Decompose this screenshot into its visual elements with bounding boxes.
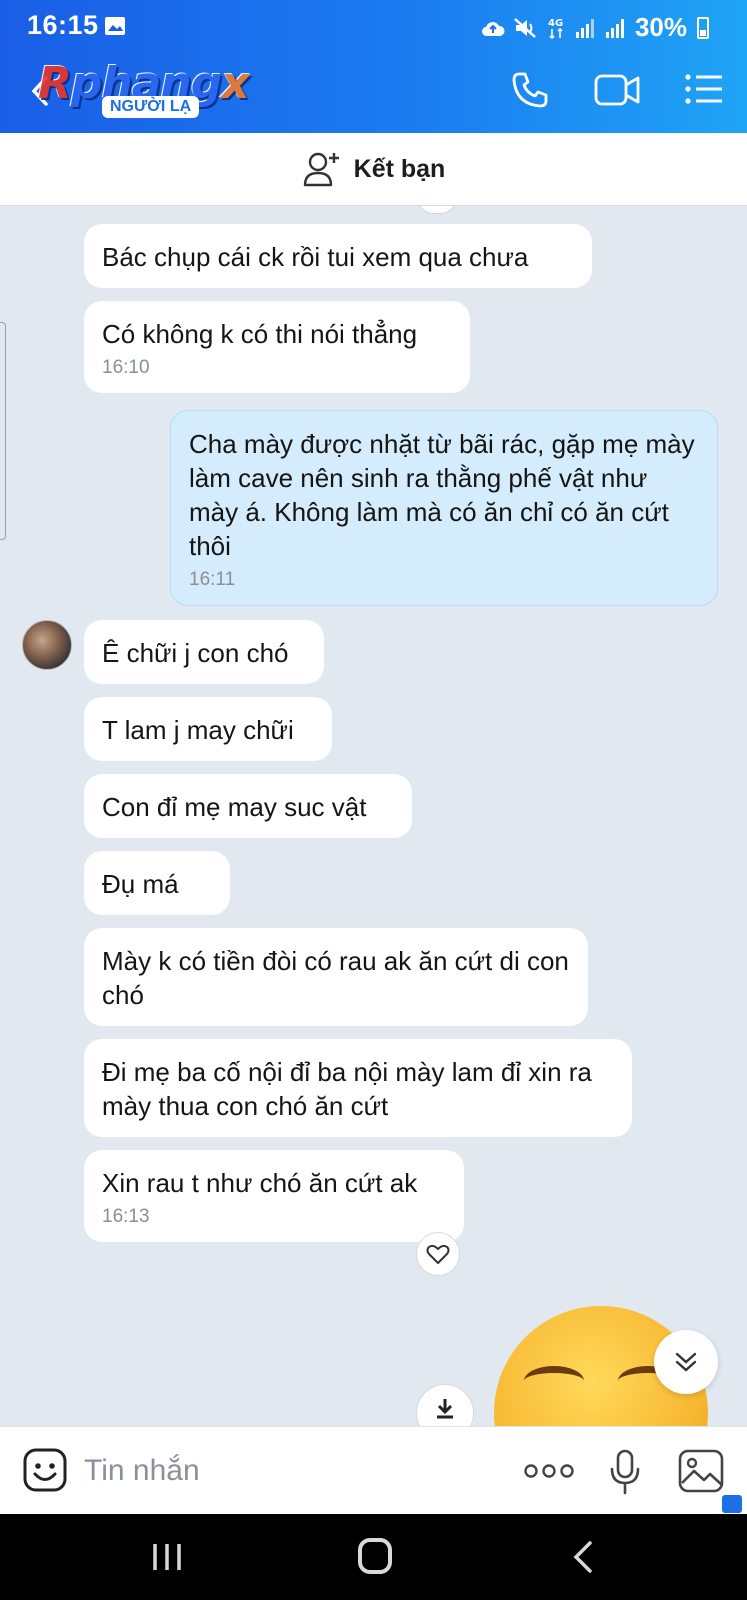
svg-text:4G: 4G xyxy=(548,18,563,29)
message-text: T lam j may chữi xyxy=(102,715,294,745)
status-bar: 16:15 4G 30% xyxy=(0,0,747,50)
message-bubble[interactable]: Bác chụp cái ck rồi tui xem qua chưa xyxy=(84,224,592,288)
message-text: Cha mày được nhặt từ bãi rác, gặp mẹ mày… xyxy=(189,429,695,561)
message-bubble[interactable]: T lam j may chữi xyxy=(84,697,332,761)
battery-icon xyxy=(697,16,709,39)
message-bubble[interactable]: Đi mẹ ba cố nội đỉ ba nội mày lam đỉ xin… xyxy=(84,1039,632,1137)
battery-percent: 30% xyxy=(634,12,687,42)
signal-icon xyxy=(575,18,594,38)
image-icon[interactable] xyxy=(678,1449,724,1493)
video-icon[interactable] xyxy=(594,72,640,108)
message-bubble[interactable]: Con đỉ mẹ may suc vật xyxy=(84,774,412,838)
message-text: Xin rau t như chó ăn cứt ak xyxy=(102,1168,418,1198)
scroll-indicator xyxy=(416,206,458,214)
message-bubble[interactable]: Xin rau t như chó ăn cứt ak 16:13 xyxy=(84,1150,464,1242)
message-time: 16:10 xyxy=(102,357,150,378)
add-person-icon xyxy=(303,152,339,187)
cloud-upload-icon xyxy=(481,21,505,36)
folder-badge-icon xyxy=(722,1495,742,1513)
message-time: 16:11 xyxy=(189,569,236,590)
message-bubble[interactable]: Ê chữi j con chó xyxy=(84,620,324,684)
message-text: Mày k có tiền đòi có rau ak ăn cứt di co… xyxy=(102,946,569,1010)
heart-reaction-button[interactable] xyxy=(416,1232,460,1276)
avatar[interactable] xyxy=(22,620,72,670)
call-icon[interactable] xyxy=(510,70,550,110)
menu-icon[interactable] xyxy=(684,72,724,106)
more-options-icon[interactable] xyxy=(524,1461,574,1481)
status-time: 16:15 xyxy=(27,10,99,40)
system-navigation-bar xyxy=(0,1514,747,1600)
message-composer xyxy=(0,1426,747,1514)
chat-header: Rphangx NGƯỜI LẠ xyxy=(0,50,747,133)
network-4g-icon: 4G xyxy=(548,18,563,39)
download-icon xyxy=(437,1399,453,1419)
double-chevron-down-icon xyxy=(675,1352,697,1372)
message-text: Ê chữi j con chó xyxy=(102,638,289,668)
gallery-notification-icon xyxy=(105,17,125,35)
message-text: Đi mẹ ba cố nội đỉ ba nội mày lam đỉ xin… xyxy=(102,1057,592,1121)
message-text: Đụ má xyxy=(102,869,179,899)
status-indicators: 4G 30% xyxy=(481,12,709,43)
message-input[interactable] xyxy=(84,1449,484,1493)
heart-icon xyxy=(426,1244,450,1264)
sticker-icon[interactable] xyxy=(22,1447,68,1493)
stranger-badge: NGƯỜI LẠ xyxy=(102,96,200,118)
message-bubble[interactable]: Mày k có tiền đòi có rau ak ăn cứt di co… xyxy=(84,928,588,1026)
message-text: Có không k có thi nói thẳng xyxy=(102,319,418,349)
message-text: Con đỉ mẹ may suc vật xyxy=(102,792,367,822)
message-time: 16:13 xyxy=(102,1206,150,1227)
recents-icon[interactable] xyxy=(150,1542,184,1572)
microphone-icon[interactable] xyxy=(608,1449,642,1495)
top-bar: 16:15 4G 30% Rphangx NGƯỜI LẠ xyxy=(0,0,747,133)
message-bubble[interactable]: Đụ má xyxy=(84,851,230,915)
sticker-eye xyxy=(524,1366,584,1396)
home-icon[interactable] xyxy=(358,1538,392,1574)
mute-icon xyxy=(514,17,536,38)
edge-handle[interactable] xyxy=(0,322,6,540)
chat-messages: Bác chụp cái ck rồi tui xem qua chưa Có … xyxy=(0,206,747,1426)
signal-icon-2 xyxy=(605,18,624,38)
message-bubble[interactable]: Có không k có thi nói thẳng 16:10 xyxy=(84,301,470,393)
message-text: Bác chụp cái ck rồi tui xem qua chưa xyxy=(102,242,529,272)
message-bubble-sent[interactable]: Cha mày được nhặt từ bãi rác, gặp mẹ mày… xyxy=(170,410,718,606)
download-button[interactable] xyxy=(416,1384,474,1426)
add-friend-label: Kết bạn xyxy=(353,154,446,183)
add-friend-button[interactable]: Kết bạn xyxy=(0,133,747,206)
nav-back-icon[interactable] xyxy=(572,1540,594,1574)
scroll-to-bottom-button[interactable] xyxy=(654,1330,718,1394)
